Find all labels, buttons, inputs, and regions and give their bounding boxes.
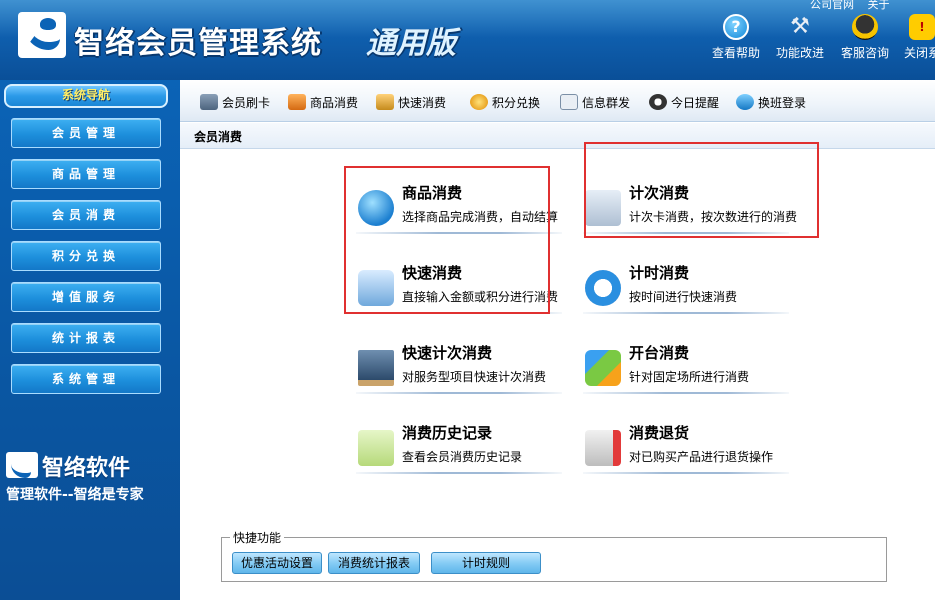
tile-title: 快速计次消费 <box>402 344 493 362</box>
sidebar-item-label: 商品管理 <box>51 167 120 181</box>
sidebar-item-label: 会员管理 <box>51 126 120 140</box>
app-header: 智络会员管理系统 通用版 公司官网 关于 ? 查看帮助 ⚒ 功能改进 客服咨询 … <box>0 0 935 80</box>
help-icon: ? <box>723 14 749 40</box>
app-logo-icon <box>18 12 66 58</box>
toolbar-label: 信息群发 <box>582 95 631 110</box>
toolbar-shift-login[interactable]: 换班登录 <box>736 92 806 112</box>
arrows-icon <box>585 350 621 386</box>
fast-icon <box>376 94 394 110</box>
toolbar-fast-consume[interactable]: 快速消费 <box>376 92 446 112</box>
tile-desc: 查看会员消费历史记录 <box>402 450 523 464</box>
tile-consume-history[interactable]: 消费历史记录 查看会员消费历史记录 <box>346 410 564 480</box>
sidebar-item-member-consumption[interactable]: 会员消费 <box>11 200 161 230</box>
toolbar-label: 快速消费 <box>398 95 447 110</box>
tile-divider <box>583 312 789 314</box>
sidebar-item-value-added-services[interactable]: 增值服务 <box>11 282 161 312</box>
sidebar-heading-label: 系统导航 <box>61 88 110 102</box>
toolbar-card-swipe[interactable]: 会员刷卡 <box>200 92 270 112</box>
brand-logo-icon <box>6 452 38 478</box>
sidebar-item-reports[interactable]: 统计报表 <box>11 323 161 353</box>
improve-button[interactable]: ⚒ 功能改进 <box>769 14 831 61</box>
bag-icon <box>288 94 306 110</box>
sidebar-item-system-management[interactable]: 系统管理 <box>11 364 161 394</box>
section-title: 会员消费 <box>194 130 243 144</box>
app-title: 智络会员管理系统 <box>74 26 322 61</box>
tile-desc: 对已购买产品进行退货操作 <box>629 450 774 464</box>
shift-icon <box>736 94 754 110</box>
toolbar-today-reminder[interactable]: 今日提醒 <box>649 92 719 112</box>
consume-report-button[interactable]: 消费统计报表 <box>328 552 420 574</box>
tile-title: 消费历史记录 <box>402 424 493 442</box>
qq-icon <box>852 14 878 40</box>
tools-icon: ⚒ <box>790 14 810 39</box>
section-title-bar: 会员消费 <box>180 123 935 149</box>
sidebar-item-label: 统计报表 <box>51 331 120 345</box>
close-system-button[interactable]: ! 关闭系 <box>897 14 935 61</box>
toolbar-label: 积分兑换 <box>492 95 541 110</box>
toolbar: 会员刷卡 商品消费 快速消费 积分兑换 信息群发 今日提醒 换班登录 <box>180 80 935 122</box>
sidebar-heading: 系统导航 <box>4 84 168 108</box>
sidebar-item-member-management[interactable]: 会员管理 <box>11 118 161 148</box>
sidebar-item-label: 增值服务 <box>51 290 120 304</box>
top-links: 公司官网 关于 <box>810 0 900 12</box>
return-icon <box>585 430 621 466</box>
card-icon <box>200 94 218 110</box>
toolbar-product-consume[interactable]: 商品消费 <box>288 92 358 112</box>
service-label: 客服咨询 <box>840 46 889 60</box>
tile-desc: 对服务型项目快速计次消费 <box>402 370 547 384</box>
brand-slogan: 管理软件--智络是专家 <box>6 487 144 503</box>
tile-desc: 按时间进行快速消费 <box>629 290 738 304</box>
toolbar-label: 会员刷卡 <box>222 95 271 110</box>
brand-name: 智络软件 <box>42 456 131 481</box>
service-button[interactable]: 客服咨询 <box>834 14 896 61</box>
warning-icon: ! <box>909 14 935 40</box>
sidebar-item-label: 会员消费 <box>51 208 120 222</box>
about-link[interactable]: 关于 <box>868 0 890 11</box>
improve-label: 功能改进 <box>775 46 824 60</box>
quick-functions-legend: 快捷功能 <box>230 529 285 546</box>
toolbar-label: 换班登录 <box>758 95 807 110</box>
help-label: 查看帮助 <box>711 46 760 60</box>
toolbar-points-exchange[interactable]: 积分兑换 <box>470 92 540 112</box>
toolbar-label: 商品消费 <box>310 95 359 110</box>
highlight-box-right <box>584 142 819 238</box>
toolbar-label: 今日提醒 <box>671 95 720 110</box>
tile-quick-count-consume[interactable]: 快速计次消费 对服务型项目快速计次消费 <box>346 330 564 400</box>
sidebar-item-product-management[interactable]: 商品管理 <box>11 159 161 189</box>
timer-icon <box>585 270 621 306</box>
close-system-label: 关闭系 <box>903 46 935 60</box>
timing-rules-button[interactable]: 计时规则 <box>431 552 541 574</box>
app-edition: 通用版 <box>366 26 456 61</box>
tile-title: 消费退货 <box>629 424 690 442</box>
tile-consume-return[interactable]: 消费退货 对已购买产品进行退货操作 <box>573 410 791 480</box>
tile-title: 计时消费 <box>629 264 690 282</box>
notebook-icon <box>358 430 394 466</box>
tile-divider <box>356 472 562 474</box>
tile-title: 开台消费 <box>629 344 690 362</box>
sidebar-item-label: 积分兑换 <box>51 249 120 263</box>
tile-desc: 针对固定场所进行消费 <box>629 370 750 384</box>
exchange-icon <box>470 94 488 110</box>
tile-timed-consume[interactable]: 计时消费 按时间进行快速消费 <box>573 250 791 320</box>
sidebar-item-label: 系统管理 <box>51 372 120 386</box>
toolbar-mass-message[interactable]: 信息群发 <box>560 92 630 112</box>
clock-icon <box>649 94 667 110</box>
tile-divider <box>356 392 562 394</box>
monitor-icon <box>358 350 394 386</box>
sidebar-item-points-exchange[interactable]: 积分兑换 <box>11 241 161 271</box>
tile-divider <box>583 392 789 394</box>
tile-divider <box>583 472 789 474</box>
tile-table-consume[interactable]: 开台消费 针对固定场所进行消费 <box>573 330 791 400</box>
mail-icon <box>560 94 578 110</box>
promotion-settings-button[interactable]: 优惠活动设置 <box>232 552 322 574</box>
sidebar: 系统导航 会员管理 商品管理 会员消费 积分兑换 增值服务 统计报表 系统管理 … <box>0 80 180 600</box>
help-button[interactable]: ? 查看帮助 <box>705 14 767 61</box>
highlight-box-left <box>344 166 550 314</box>
company-site-link[interactable]: 公司官网 <box>810 0 854 11</box>
